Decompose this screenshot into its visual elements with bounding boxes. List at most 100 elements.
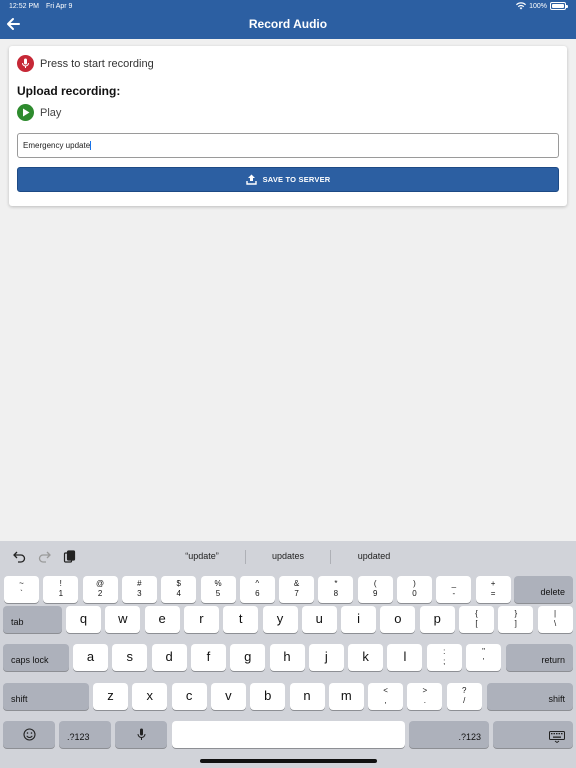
- wifi-icon: [516, 2, 527, 10]
- symbol-key-a-0[interactable]: :;: [426, 644, 462, 671]
- symbol-key-z-0[interactable]: <,: [368, 683, 404, 710]
- space-key[interactable]: [172, 721, 405, 748]
- number-key-12[interactable]: + =: [475, 576, 511, 603]
- number-key-3[interactable]: #3: [121, 576, 157, 603]
- number-key-1[interactable]: ! 1: [43, 576, 79, 603]
- number-key-12-char: =: [490, 589, 496, 598]
- letter-key-j[interactable]: j: [308, 644, 344, 671]
- undo-icon[interactable]: [13, 550, 26, 563]
- number-key-8[interactable]: * 8: [318, 576, 354, 603]
- letter-key-u-label: u: [315, 611, 323, 626]
- number-key-3-char: 3: [137, 589, 142, 598]
- suggestion-2[interactable]: updates: [246, 551, 330, 561]
- symbol-key-z-0-shift-char: <: [383, 686, 388, 695]
- redo-icon[interactable]: [38, 550, 51, 563]
- dictation-key[interactable]: [115, 721, 167, 748]
- symbol-key-q-1[interactable]: }]: [498, 606, 534, 633]
- play-button[interactable]: Play: [17, 104, 61, 121]
- record-button[interactable]: Press to start recording: [17, 55, 154, 72]
- letter-key-a[interactable]: a: [73, 644, 108, 671]
- letter-key-g[interactable]: g: [230, 644, 266, 671]
- keyboard-toolbar: “update” updates updated: [0, 541, 576, 573]
- hide-keyboard-key[interactable]: [493, 721, 573, 748]
- letter-key-z[interactable]: z: [93, 683, 128, 710]
- letter-key-y[interactable]: y: [262, 606, 298, 633]
- clipboard-icon[interactable]: [63, 550, 76, 563]
- suggestion-3[interactable]: updated: [331, 551, 417, 561]
- return-key[interactable]: return: [506, 644, 573, 671]
- delete-key[interactable]: delete: [514, 576, 573, 603]
- shift-left-key[interactable]: shift: [3, 683, 89, 710]
- symbol-key-a-1-char: ': [482, 657, 485, 666]
- letter-key-u[interactable]: u: [301, 606, 337, 633]
- text-cursor: [90, 141, 92, 150]
- symbol-key-z-2-char: /: [463, 696, 466, 705]
- number-key-2[interactable]: @2: [82, 576, 118, 603]
- letter-key-p[interactable]: p: [419, 606, 455, 633]
- save-to-server-button[interactable]: SAVE TO SERVER: [17, 167, 559, 192]
- number-key-4[interactable]: $4: [161, 576, 197, 603]
- symbol-key-a-1[interactable]: " ': [466, 644, 501, 671]
- upload-heading: Upload recording:: [17, 84, 121, 98]
- number-key-0-shift-char: ~: [19, 579, 24, 588]
- number-key-9[interactable]: (9: [357, 576, 393, 603]
- symbol-key-q-0[interactable]: {[: [459, 606, 494, 633]
- letter-key-l-label: l: [403, 649, 407, 664]
- letter-key-v-label: v: [225, 688, 232, 703]
- letter-key-c[interactable]: c: [171, 683, 207, 710]
- numbers-key-left[interactable]: .?123: [59, 721, 111, 748]
- number-key-0[interactable]: ~ `: [4, 576, 39, 603]
- number-key-6[interactable]: ^ 6: [239, 576, 275, 603]
- letter-key-n[interactable]: n: [289, 683, 325, 710]
- letter-key-f[interactable]: f: [190, 644, 226, 671]
- tab-key[interactable]: tab: [3, 606, 62, 633]
- symbol-key-a-1-shift-char: ": [482, 647, 485, 656]
- letter-key-s-label: s: [126, 649, 134, 664]
- symbol-key-z-2[interactable]: ? /: [446, 683, 482, 710]
- caps-lock-label: caps lock: [11, 655, 49, 665]
- number-key-1-char: 1: [58, 589, 64, 598]
- letter-key-h[interactable]: h: [269, 644, 305, 671]
- number-key-10-char: 0: [412, 589, 417, 598]
- emoji-key[interactable]: [3, 721, 55, 748]
- delete-label: delete: [540, 587, 565, 597]
- shift-right-key[interactable]: shift: [487, 683, 573, 710]
- symbol-key-a-0-shift-char: :: [443, 647, 446, 656]
- upload-icon: [245, 174, 257, 185]
- letter-key-e[interactable]: e: [144, 606, 180, 633]
- symbol-key-q-2[interactable]: | \: [537, 606, 573, 633]
- symbol-key-z-1[interactable]: >.: [407, 683, 443, 710]
- suggestion-1[interactable]: “update”: [160, 551, 244, 561]
- number-key-7[interactable]: & 7: [279, 576, 315, 603]
- letter-key-o[interactable]: o: [380, 606, 416, 633]
- letter-key-v[interactable]: v: [210, 683, 246, 710]
- letter-key-d[interactable]: d: [151, 644, 187, 671]
- numbers-key-right[interactable]: .?123: [409, 721, 489, 748]
- letter-key-m[interactable]: m: [328, 683, 364, 710]
- letter-key-p-label: p: [433, 611, 441, 626]
- letter-key-t[interactable]: t: [223, 606, 259, 633]
- caps-lock-key[interactable]: caps lock: [3, 644, 69, 671]
- number-key-8-char: 8: [333, 589, 339, 598]
- letter-key-b[interactable]: b: [250, 683, 286, 710]
- number-key-1-shift-char: !: [59, 579, 62, 588]
- letter-key-y-label: y: [276, 611, 284, 626]
- number-key-10[interactable]: ) 0: [397, 576, 432, 603]
- number-key-3-shift-char: #: [137, 579, 142, 588]
- letter-key-w[interactable]: w: [105, 606, 141, 633]
- letter-key-l[interactable]: l: [387, 644, 423, 671]
- number-key-4-shift-char: $: [176, 579, 181, 588]
- number-key-11[interactable]: _ -: [436, 576, 472, 603]
- number-key-5[interactable]: % 5: [200, 576, 236, 603]
- letter-key-x[interactable]: x: [132, 683, 168, 710]
- letter-key-j-label: j: [324, 649, 328, 664]
- letter-key-r[interactable]: r: [183, 606, 219, 633]
- numbers-label: .?123: [458, 732, 481, 742]
- letter-key-i[interactable]: i: [341, 606, 377, 633]
- letter-key-q[interactable]: q: [66, 606, 101, 633]
- recording-name-input[interactable]: Emergency update: [17, 133, 559, 158]
- letter-key-k[interactable]: k: [348, 644, 384, 671]
- letter-key-i-label: i: [357, 611, 361, 626]
- emoji-icon: [3, 728, 55, 741]
- letter-key-s[interactable]: s: [112, 644, 148, 671]
